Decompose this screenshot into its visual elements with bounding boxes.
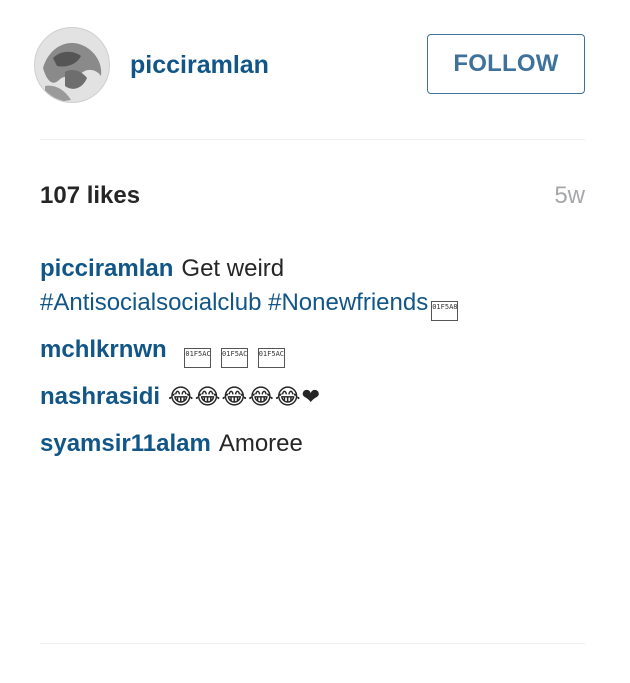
unsupported-glyph-icon: 01F5AC [221, 348, 249, 368]
post-header: picciramlan FOLLOW [0, 0, 630, 140]
hashtag-link[interactable]: #Antisocialsocialclub [40, 289, 261, 316]
unsupported-glyph-icon: 01F5AC [184, 348, 212, 368]
comment-username[interactable]: nashrasidi [40, 383, 160, 410]
comment-text: 😂😂😂😂😂❤ [168, 385, 322, 410]
header-divider [40, 139, 585, 140]
avatar-photo-icon [35, 28, 109, 102]
hashtag-link[interactable]: #Nonewfriends [268, 289, 428, 316]
comment-item: mchlkrnwn 01F5AC 01F5AC 01F5AC [40, 333, 590, 368]
comment-username[interactable]: mchlkrnwn [40, 336, 167, 363]
unsupported-glyph-icon: 01F5A8 [431, 301, 459, 321]
comment-username[interactable]: picciramlan [40, 255, 173, 282]
comment-item: picciramlan Get weird #Antisocialsocialcl… [40, 252, 590, 321]
post-author-username[interactable]: picciramlan [130, 50, 269, 80]
unsupported-glyph-icon: 01F5AC [257, 348, 285, 368]
comments-list: picciramlan Get weird #Antisocialsocialcl… [40, 252, 590, 473]
avatar[interactable] [34, 27, 110, 103]
post-age[interactable]: 5w [554, 182, 585, 210]
comment-text: Amoree [218, 430, 303, 457]
comment-item: syamsir11alam Amoree [40, 427, 590, 461]
comment-text: Get weird [181, 255, 285, 282]
comment-username[interactable]: syamsir11alam [40, 430, 211, 457]
comment-item: nashrasidi 😂😂😂😂😂❤ [40, 380, 590, 415]
follow-button[interactable]: FOLLOW [427, 34, 585, 94]
footer-divider [40, 643, 585, 644]
likes-count[interactable]: 107 likes [40, 182, 140, 210]
